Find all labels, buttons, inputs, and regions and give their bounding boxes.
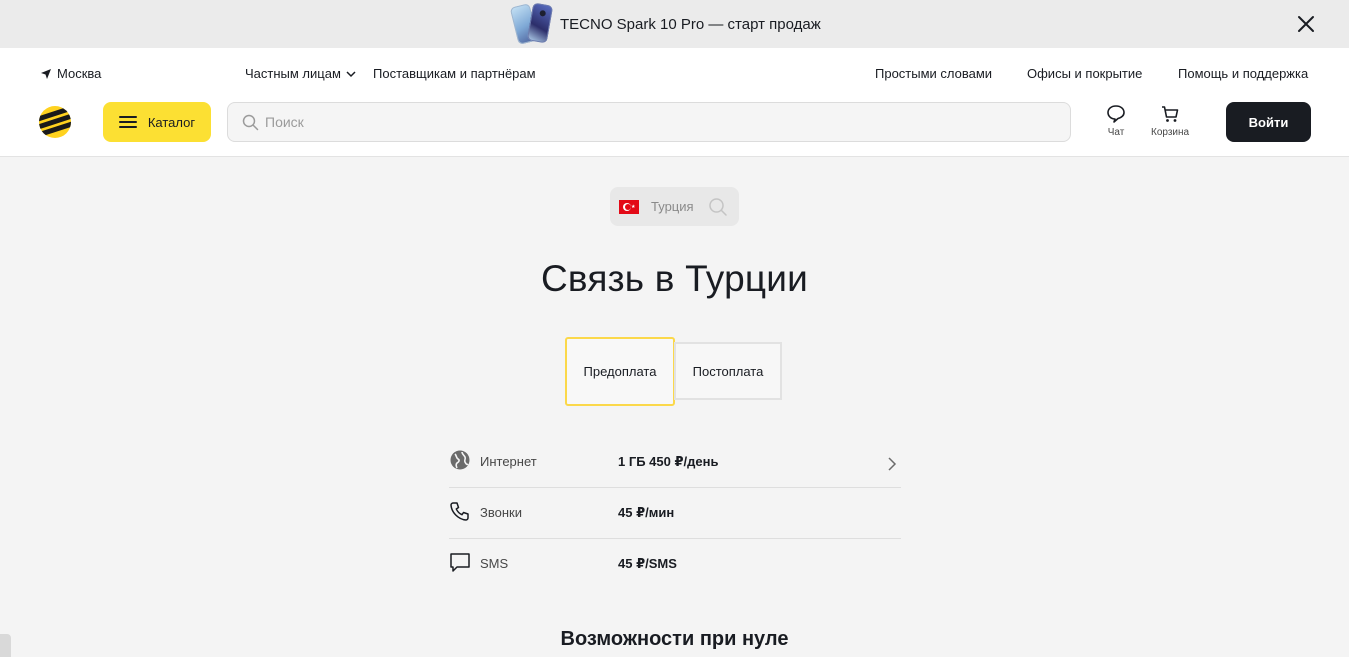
chat-label: Чат [1107, 127, 1125, 138]
nav-private-label: Частным лицам [245, 66, 341, 81]
nav-offices[interactable]: Офисы и покрытие [1027, 66, 1142, 81]
city-label: Москва [57, 66, 102, 81]
search-icon[interactable] [708, 197, 728, 217]
beeline-logo[interactable] [39, 106, 71, 138]
section-title: Возможности при нуле [560, 628, 789, 650]
search-input[interactable] [265, 114, 1045, 130]
top-nav: Москва Частным лицам Поставщикам и партн… [0, 48, 1349, 100]
side-widget-tab[interactable] [0, 634, 11, 657]
country-name: Турция [651, 199, 694, 214]
rate-name: SMS [480, 556, 509, 571]
nav-partners[interactable]: Поставщикам и партнёрам [373, 66, 536, 81]
chevron-down-icon [346, 70, 356, 77]
rate-value: 1 ГБ 450 ₽/день [618, 453, 719, 469]
search-icon [242, 114, 259, 130]
chevron-right-icon [888, 457, 897, 471]
catalog-label: Каталог [147, 114, 196, 130]
tab-postpaid[interactable]: Постоплата [674, 342, 782, 400]
nav-help[interactable]: Помощь и поддержка [1178, 66, 1308, 81]
promo-text: TECNO Spark 10 Pro — старт продаж [560, 15, 821, 33]
city-selector[interactable]: Москва [40, 66, 101, 81]
menu-icon [118, 116, 137, 128]
location-arrow-icon [41, 68, 51, 79]
phone-promo-image [508, 2, 554, 46]
promo-link[interactable]: TECNO Spark 10 Pro — старт продаж [508, 2, 821, 46]
chat-icon [1107, 105, 1125, 123]
login-button[interactable]: Войти [1226, 102, 1311, 142]
phone-icon [450, 502, 469, 521]
catalog-button[interactable]: Каталог [103, 102, 211, 142]
message-icon [450, 553, 470, 572]
rate-row-calls: Звонки 45 ₽/мин [449, 487, 901, 538]
chat-button[interactable]: Чат [1106, 104, 1126, 138]
nav-private-dropdown[interactable]: Частным лицам [245, 66, 357, 81]
rate-value: 45 ₽/мин [618, 504, 675, 520]
turkey-flag-icon: ★ [619, 199, 639, 214]
page-title: Связь в Турции [541, 258, 808, 299]
globe-icon [450, 450, 470, 470]
rate-value: 45 ₽/SMS [618, 555, 677, 571]
rate-row-sms: SMS 45 ₽/SMS [449, 538, 901, 589]
cart-label: Корзина [1151, 127, 1190, 138]
close-icon[interactable] [1296, 14, 1316, 34]
tab-prepaid[interactable]: Предоплата [565, 337, 675, 406]
search-bar[interactable] [227, 102, 1071, 142]
nav-simple-words[interactable]: Простыми словами [875, 66, 992, 81]
rate-name: Звонки [480, 505, 522, 520]
cart-button[interactable]: Корзина [1151, 104, 1189, 138]
rate-name: Интернет [480, 454, 537, 469]
rate-row-internet[interactable]: Интернет 1 ГБ 450 ₽/день [449, 436, 901, 487]
promo-banner[interactable]: TECNO Spark 10 Pro — старт продаж [0, 0, 1349, 48]
cart-icon [1162, 106, 1179, 122]
site-header: Москва Частным лицам Поставщикам и партн… [0, 48, 1349, 157]
